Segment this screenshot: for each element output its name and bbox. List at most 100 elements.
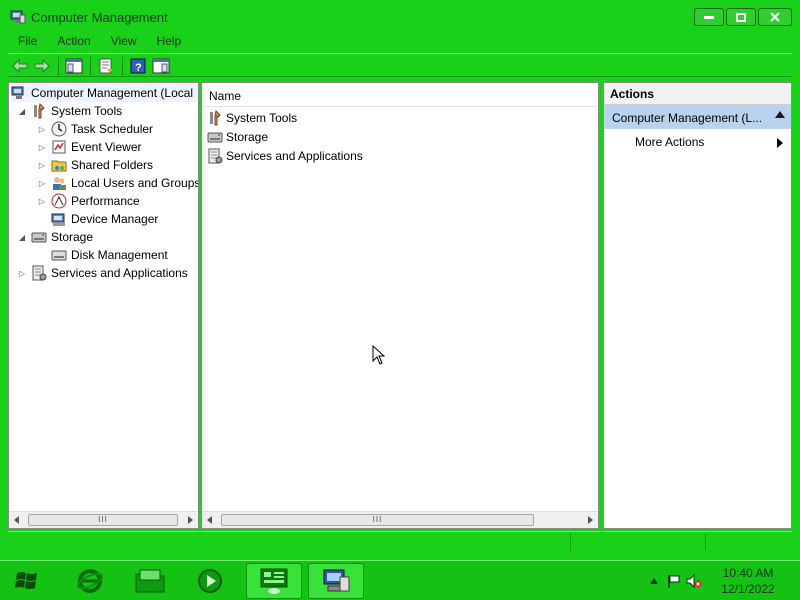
close-icon	[770, 12, 780, 22]
scroll-right-icon[interactable]	[188, 516, 193, 524]
tree-item-label: Shared Folders	[71, 158, 154, 172]
help-button[interactable]: ?	[128, 56, 148, 76]
system-tray: 10:40 AM 12/1/2022	[640, 561, 800, 600]
computer-management-icon	[323, 569, 350, 592]
tree-item-label: Event Viewer	[71, 140, 142, 154]
export-list-icon	[99, 58, 113, 74]
svg-text:?: ?	[135, 62, 142, 74]
menu-file[interactable]: File	[8, 32, 47, 52]
mouse-pointer-icon	[372, 344, 386, 368]
menu-view[interactable]: View	[101, 32, 147, 52]
tree-item-services-and-applications[interactable]: ▷ Services and Applications	[17, 264, 188, 282]
tree-item-storage[interactable]: ◢ Storage	[17, 228, 93, 246]
scroll-thumb[interactable]: III	[28, 514, 178, 526]
internet-explorer-icon	[77, 569, 103, 593]
tree-item-label: Task Scheduler	[71, 122, 154, 136]
expand-icon[interactable]: ▷	[37, 178, 47, 188]
list-item-storage[interactable]: Storage	[207, 128, 268, 146]
taskbar-computer-management[interactable]	[308, 563, 364, 599]
windows-logo-icon	[15, 572, 37, 589]
expand-icon[interactable]: ▷	[17, 268, 27, 278]
minimize-button[interactable]	[694, 8, 724, 26]
toolbar: ?	[8, 53, 792, 77]
expand-icon[interactable]: ▷	[37, 196, 47, 206]
collapse-up-icon[interactable]	[775, 111, 785, 118]
scroll-left-icon[interactable]	[14, 516, 19, 524]
system-tools-icon	[207, 109, 223, 126]
tree-item-performance[interactable]: ▷ Performance	[37, 192, 140, 210]
list-item-label: Services and Applications	[226, 149, 363, 163]
list-item-services-and-applications[interactable]: Services and Applications	[207, 147, 363, 165]
status-bar	[8, 531, 792, 551]
tree-item-system-tools[interactable]: ◢ System Tools	[17, 102, 122, 120]
expand-icon[interactable]: ▷	[37, 142, 47, 152]
start-button[interactable]	[10, 565, 44, 597]
tree-item-disk-management[interactable]: Disk Management	[51, 246, 168, 264]
clock-date: 12/1/2022	[721, 582, 775, 596]
tree-item-computer-management[interactable]: Computer Management (Local	[11, 84, 198, 102]
export-list-button[interactable]	[96, 56, 116, 76]
forward-button[interactable]	[32, 56, 52, 76]
tree-item-label: Device Manager	[71, 212, 159, 226]
list-item-label: Storage	[226, 130, 269, 144]
tree-item-label: Local Users and Groups	[71, 176, 199, 190]
storage-icon	[207, 129, 223, 145]
show-hide-console-tree-button[interactable]	[64, 56, 84, 76]
tree-item-label: Performance	[71, 194, 140, 208]
show-hidden-icons-button[interactable]	[646, 573, 662, 589]
tree-item-task-scheduler[interactable]: ▷ Task Scheduler	[37, 120, 153, 138]
system-clock[interactable]: 10:40 AM 12/1/2022	[716, 565, 780, 597]
device-manager-icon	[51, 211, 67, 227]
actions-section-computer-management[interactable]: Computer Management (L...	[604, 105, 791, 129]
collapse-icon[interactable]: ◢	[17, 106, 27, 116]
taskbar-internet-explorer[interactable]	[62, 563, 118, 599]
computer-management-window: Computer Management File Action View Hel…	[0, 0, 800, 560]
title-bar[interactable]: Computer Management	[0, 0, 800, 32]
column-header-label: Name	[209, 89, 242, 103]
shared-folder-icon	[51, 157, 67, 173]
volume-tray-icon[interactable]	[686, 573, 702, 589]
console-tree-pane: Computer Management (Local ◢ System Tool…	[8, 82, 199, 529]
tree-item-device-manager[interactable]: Device Manager	[51, 210, 158, 228]
flag-icon	[668, 575, 680, 588]
scroll-left-icon[interactable]	[207, 516, 212, 524]
tree-horizontal-scrollbar[interactable]: III	[9, 511, 198, 528]
tree-item-local-users-and-groups[interactable]: ▷ Local Users and Groups	[37, 174, 199, 192]
scroll-right-icon[interactable]	[588, 516, 593, 524]
clock-icon	[51, 121, 67, 137]
storage-icon	[31, 229, 47, 245]
column-header-name[interactable]: Name	[202, 83, 598, 107]
menu-bar: File Action View Help	[8, 32, 792, 52]
action-center-tray-icon[interactable]	[666, 573, 682, 589]
menu-help[interactable]: Help	[147, 32, 192, 52]
back-button[interactable]	[10, 56, 30, 76]
expand-icon[interactable]: ▷	[37, 160, 47, 170]
status-segment	[705, 534, 792, 550]
list-horizontal-scrollbar[interactable]: III	[202, 511, 598, 528]
more-actions-link[interactable]: More Actions	[635, 135, 791, 153]
users-icon	[51, 175, 67, 191]
services-icon	[31, 265, 47, 281]
taskbar-control-panel[interactable]	[246, 563, 302, 599]
list-item-system-tools[interactable]: System Tools	[207, 109, 297, 127]
menu-action[interactable]: Action	[47, 32, 100, 52]
chevron-right-icon	[777, 138, 783, 148]
more-actions-label: More Actions	[635, 135, 705, 149]
maximize-button[interactable]	[726, 8, 756, 26]
taskbar: 10:40 AM 12/1/2022	[0, 560, 800, 600]
tree-item-event-viewer[interactable]: ▷ Event Viewer	[37, 138, 142, 156]
system-tools-icon	[31, 102, 47, 119]
disk-management-icon	[51, 247, 67, 263]
status-segment	[570, 534, 705, 550]
scroll-thumb[interactable]: III	[221, 514, 534, 526]
show-hide-action-pane-button[interactable]	[151, 56, 171, 76]
close-button[interactable]	[758, 8, 792, 26]
control-panel-icon	[260, 568, 288, 594]
tree-item-label: System Tools	[51, 104, 123, 118]
taskbar-media-player[interactable]	[182, 563, 238, 599]
tree-item-shared-folders[interactable]: ▷ Shared Folders	[37, 156, 153, 174]
collapse-icon[interactable]: ◢	[17, 232, 27, 242]
taskbar-file-explorer[interactable]	[122, 563, 178, 599]
expand-icon[interactable]: ▷	[37, 124, 47, 134]
speaker-muted-icon	[686, 573, 702, 589]
